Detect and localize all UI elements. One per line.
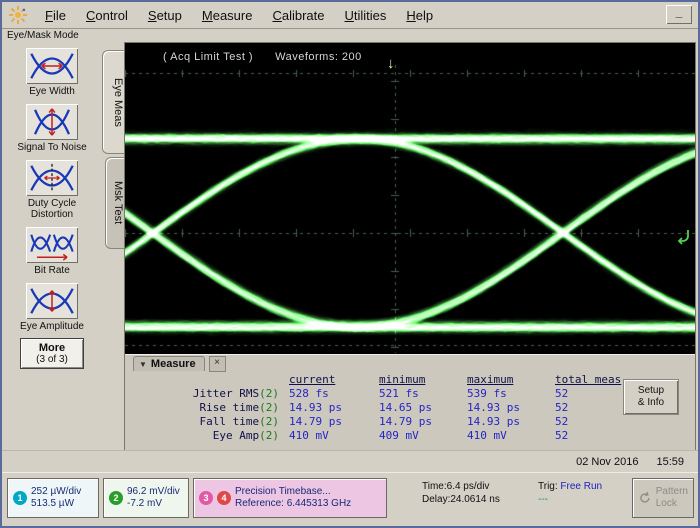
timebase-title: Precision Timebase... bbox=[235, 486, 331, 497]
precision-timebase-button[interactable]: 3 4 Precision Timebase... Reference: 6.4… bbox=[193, 478, 387, 518]
measure-tab-label: Measure bbox=[151, 358, 196, 370]
row-label: Jitter RMS(2) bbox=[161, 387, 289, 401]
channel-4-badge: 4 bbox=[217, 491, 231, 505]
row-label: Eye Amp(2) bbox=[161, 429, 289, 443]
mode-label: Eye/Mask Mode bbox=[7, 30, 79, 41]
cell-value: 14.93 ps bbox=[467, 415, 555, 429]
col-header-current: current bbox=[289, 373, 379, 387]
row-label: Rise time(2) bbox=[161, 401, 289, 415]
sidebar-item-signal-to-noise[interactable]: Signal To Noise bbox=[9, 102, 95, 153]
minimize-button[interactable]: _ bbox=[666, 5, 692, 24]
instrument-window: File Control Setup Measure Calibrate Uti… bbox=[0, 0, 700, 528]
sidebar-item-duty-cycle-distortion[interactable]: Duty Cycle Distortion bbox=[9, 158, 95, 220]
acq-limit-test-label: ( Acq Limit Test ) bbox=[163, 51, 253, 63]
sidebar-item-eye-amplitude[interactable]: Eye Amplitude bbox=[9, 281, 95, 332]
tab-msk-test[interactable]: Msk Test bbox=[105, 157, 124, 249]
time-delay: Delay:24.0614 ns bbox=[422, 494, 500, 505]
eye-amplitude-icon bbox=[28, 285, 76, 317]
trig-level: --- bbox=[538, 494, 548, 505]
sidebar-item-bit-rate[interactable]: Bit Rate bbox=[9, 225, 95, 276]
col-header-maximum: maximum bbox=[467, 373, 555, 387]
row-label: Fall time(2) bbox=[161, 415, 289, 429]
waveform-display: ( Acq Limit Test ) Waveforms: 200 ↓ ▼ Mea… bbox=[124, 42, 696, 452]
sidebar-item-label: Signal To Noise bbox=[9, 142, 95, 153]
sidebar-item-label: Bit Rate bbox=[9, 265, 95, 276]
cell-value: 539 fs bbox=[467, 387, 555, 401]
cell-value: 52 bbox=[555, 415, 655, 429]
menu-file[interactable]: File bbox=[36, 5, 75, 26]
menu-utilities[interactable]: Utilities bbox=[336, 5, 396, 26]
bottom-bar: 1 252 µW/div 513.5 µW 2 96.2 mV/div -7.2… bbox=[2, 472, 698, 526]
sidebar-item-label: Duty Cycle Distortion bbox=[9, 198, 95, 220]
cell-value: 14.93 ps bbox=[289, 401, 379, 415]
trigger-marker-icon: ↓ bbox=[387, 55, 395, 72]
timebase-scale-panel[interactable]: Time:6.4 ps/div Delay:24.0614 ns bbox=[422, 480, 500, 506]
menu-calibrate[interactable]: Calibrate bbox=[263, 5, 333, 26]
sidebar-item-label: Eye Amplitude bbox=[9, 321, 95, 332]
col-header-minimum: minimum bbox=[379, 373, 467, 387]
channel-1-button[interactable]: 1 252 µW/div 513.5 µW bbox=[7, 478, 99, 518]
setup-info-line1: Setup bbox=[624, 385, 678, 397]
sidebar-item-label: Eye Width bbox=[9, 86, 95, 97]
cell-value: 521 fs bbox=[379, 387, 467, 401]
menubar: File Control Setup Measure Calibrate Uti… bbox=[2, 2, 698, 29]
cell-value: 410 mV bbox=[467, 429, 555, 443]
measure-tab[interactable]: ▼ Measure bbox=[133, 356, 205, 371]
more-button[interactable]: More (3 of 3) bbox=[20, 338, 84, 369]
more-button-page: (3 of 3) bbox=[21, 354, 83, 365]
cell-value: 14.93 ps bbox=[467, 401, 555, 415]
sidebar-item-eye-width[interactable]: Eye Width bbox=[9, 46, 95, 97]
trig-mode: Free Run bbox=[560, 481, 602, 492]
trigger-panel[interactable]: Trig: Free Run --- bbox=[538, 480, 602, 506]
channel-3-badge: 3 bbox=[199, 491, 213, 505]
channel-1-scale: 252 µW/div bbox=[31, 486, 81, 497]
setup-info-button[interactable]: Setup & Info bbox=[623, 379, 679, 415]
sidebar: Eye Width Signal To Noise Duty Cycle Dis… bbox=[2, 46, 102, 468]
cell-value: 409 mV bbox=[379, 429, 467, 443]
channel-2-button[interactable]: 2 96.2 mV/div -7.2 mV bbox=[103, 478, 189, 518]
status-bar: 02 Nov 2016 15:59 bbox=[2, 450, 698, 473]
cell-value: 52 bbox=[555, 429, 655, 443]
pattern-lock-icon bbox=[638, 491, 652, 505]
duty-cycle-distortion-icon bbox=[28, 162, 76, 194]
eye-width-icon bbox=[28, 50, 76, 82]
channel-1-badge: 1 bbox=[13, 491, 27, 505]
acquisition-status: ( Acq Limit Test ) Waveforms: 200 bbox=[163, 51, 362, 63]
measure-panel: ▼ Measure × current minimum maximum tota… bbox=[125, 354, 695, 451]
status-date: 02 Nov 2016 bbox=[576, 456, 638, 468]
menu-measure[interactable]: Measure bbox=[193, 5, 262, 26]
cell-value: 528 fs bbox=[289, 387, 379, 401]
cell-value: 14.79 ps bbox=[379, 415, 467, 429]
chevron-down-icon: ▼ bbox=[139, 360, 147, 369]
trig-label: Trig: bbox=[538, 481, 558, 492]
more-button-label: More bbox=[21, 342, 83, 354]
cell-value: 14.79 ps bbox=[289, 415, 379, 429]
setup-info-line2: & Info bbox=[624, 397, 678, 409]
cell-value: 410 mV bbox=[289, 429, 379, 443]
channel-2-badge: 2 bbox=[109, 491, 123, 505]
channel-2-scale: 96.2 mV/div bbox=[127, 486, 180, 497]
app-logo-icon bbox=[8, 5, 28, 25]
close-icon[interactable]: × bbox=[209, 356, 226, 372]
time-per-div: Time:6.4 ps/div bbox=[422, 481, 489, 492]
vertical-tabs: Eye Meas Msk Test bbox=[102, 50, 124, 249]
measurement-table: current minimum maximum total meas Jitte… bbox=[161, 373, 695, 443]
pattern-lock-button[interactable]: Pattern Lock bbox=[632, 478, 694, 518]
bit-rate-icon bbox=[28, 229, 76, 261]
pattern-lock-line1: Pattern bbox=[656, 486, 688, 497]
menu-control[interactable]: Control bbox=[77, 5, 137, 26]
status-time: 15:59 bbox=[656, 456, 684, 468]
signal-to-noise-icon bbox=[28, 106, 76, 138]
channel-1-offset: 513.5 µW bbox=[31, 498, 74, 509]
timebase-reference: Reference: 6.445313 GHz bbox=[235, 498, 351, 509]
waveform-count: Waveforms: 200 bbox=[275, 51, 362, 63]
marker-arrow-icon bbox=[675, 229, 691, 245]
cell-value: 14.65 ps bbox=[379, 401, 467, 415]
menu-setup[interactable]: Setup bbox=[139, 5, 191, 26]
pattern-lock-line2: Lock bbox=[656, 498, 677, 509]
tab-eye-meas[interactable]: Eye Meas bbox=[102, 50, 124, 154]
channel-2-offset: -7.2 mV bbox=[127, 498, 162, 509]
menu-help[interactable]: Help bbox=[397, 5, 442, 26]
